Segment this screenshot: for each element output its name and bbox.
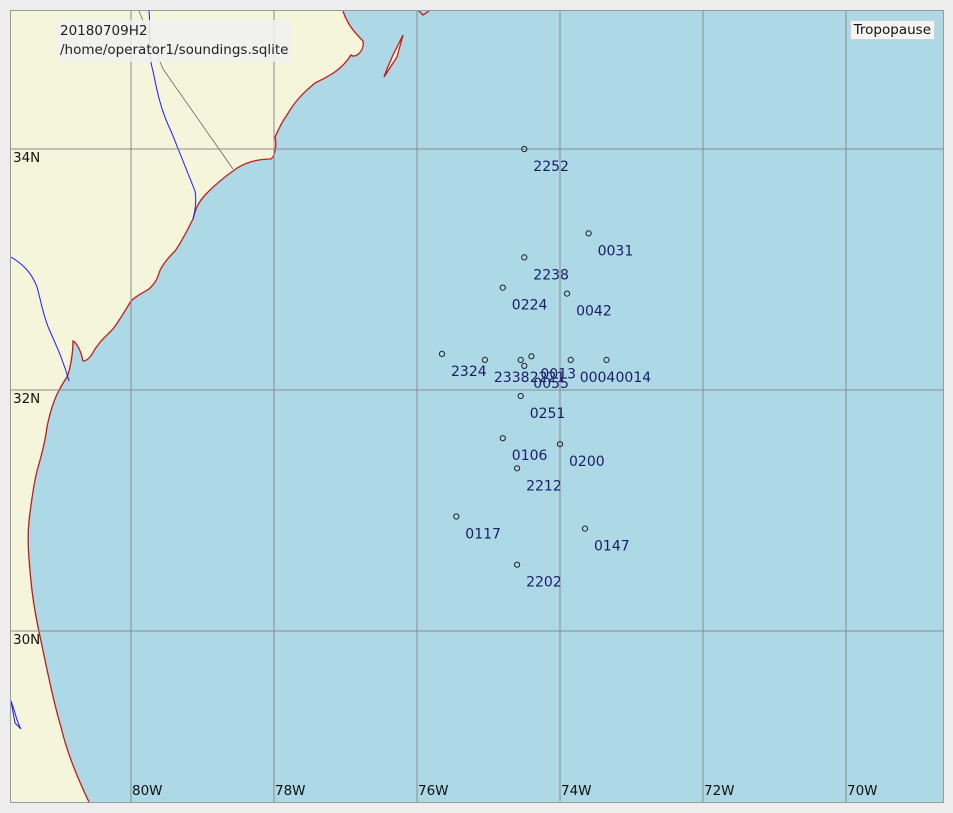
land-layer [11,11,403,802]
station-marker-2338[interactable] [481,356,488,363]
station-marker-0013[interactable] [528,353,535,360]
info-box: 20180709H2 /home/operator1/soundings.sql… [57,20,292,62]
station-marker-0031[interactable] [585,230,592,237]
lon-label-80w: 80W [132,783,163,799]
station-label-2212: 2212 [526,478,562,494]
station-label-0014: 0014 [616,370,652,386]
station-label-0055: 0055 [533,376,569,392]
station-label-0106: 0106 [512,448,548,464]
lon-label-74w: 74W [561,783,592,799]
stations-layer[interactable]: 225200312238004202242324 2338 222100130055… [438,145,652,591]
station-marker-0014[interactable] [603,356,610,363]
station-label-0251: 0251 [530,406,566,422]
date-label: 20180709H2 [60,23,148,39]
station-label-0004: 0004 [580,370,616,386]
lon-label-78w: 78W [275,783,306,799]
station-label-0031: 0031 [598,243,634,259]
station-marker-2212[interactable] [514,465,521,472]
lon-label-72w: 72W [704,783,735,799]
station-marker-0251[interactable] [517,392,524,400]
map-canvas[interactable]: 2252 0031 2238 0042 0224 2324 2338 2221 0013 0055… [10,10,944,803]
station-label-0147: 0147 [594,539,630,555]
station-label-2252: 2252 [533,159,569,175]
station-label-2238: 2238 [533,267,569,283]
station-label-2202: 2202 [526,575,562,591]
lat-label-34n: 34N [13,150,41,166]
mainland [11,11,364,802]
station-label-2338: 2338 [494,370,530,386]
station-marker-2202[interactable] [514,561,521,568]
station-marker-0004[interactable] [567,356,574,363]
station-label-0042: 0042 [576,304,612,320]
lat-label-32n: 32N [13,391,41,407]
layer-label[interactable]: Tropopause [849,20,935,40]
station-label-2324: 2324 [451,364,487,380]
map-svg[interactable]: 225200312238004202242324 2338 222100130055… [11,11,943,802]
station-marker-2221[interactable] [517,356,524,363]
station-marker-2324[interactable] [438,350,446,357]
station-marker-0055[interactable] [521,362,528,369]
station-label-0200: 0200 [569,454,605,470]
station-marker-0106[interactable] [499,435,506,442]
lat-label-30n: 30N [13,632,41,648]
lon-label-70w: 70W [847,783,878,799]
station-marker-0147[interactable] [581,525,589,532]
station-label-0117: 0117 [465,527,501,543]
station-marker-0042[interactable] [564,290,571,297]
lon-label-76w: 76W [418,783,449,799]
station-marker-2238[interactable] [521,254,528,261]
database-path: /home/operator1/soundings.sqlite [60,42,289,58]
station-label-0224: 0224 [512,298,548,314]
station-marker-0224[interactable] [499,284,506,291]
station-marker-0117[interactable] [453,513,460,520]
